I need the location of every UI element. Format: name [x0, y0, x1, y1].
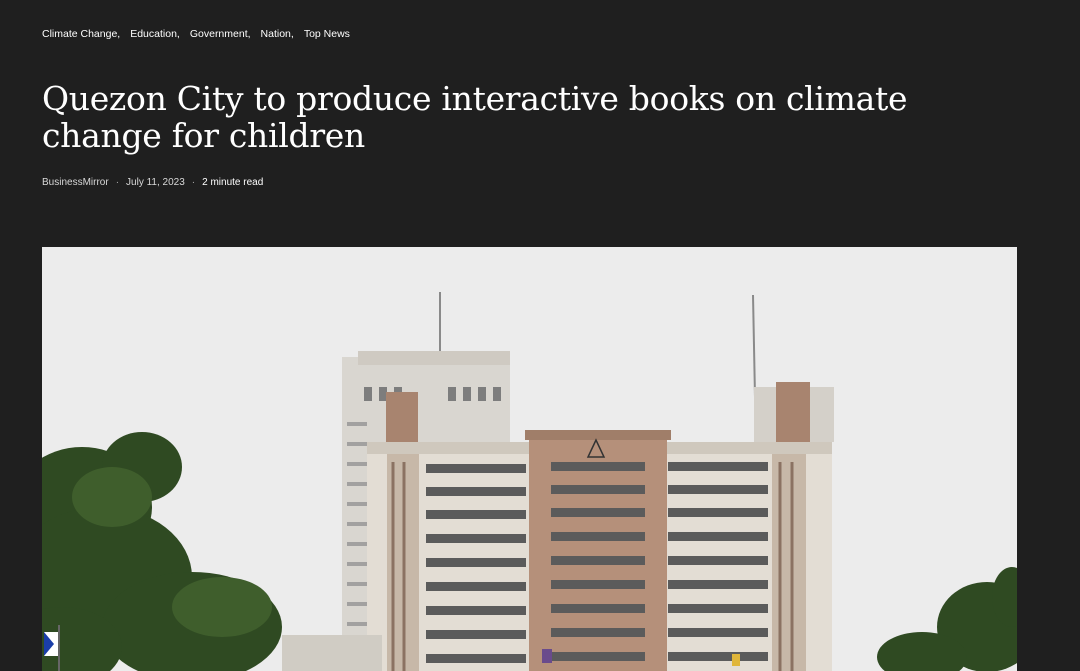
meta-separator: ·: [115, 177, 120, 188]
category-link-climate-change[interactable]: Climate Change,: [42, 28, 120, 40]
article-title: Quezon City to produce interactive books…: [42, 79, 908, 155]
read-time: 2 minute read: [202, 177, 264, 188]
category-link-education[interactable]: Education,: [130, 28, 180, 40]
author-link[interactable]: BusinessMirror: [42, 177, 109, 188]
meta-separator: ·: [191, 177, 196, 188]
hero-image: [42, 247, 1017, 671]
category-link-nation[interactable]: Nation,: [261, 28, 294, 40]
category-list: Climate Change, Education, Government, N…: [42, 28, 360, 40]
publish-date: July 11, 2023: [126, 177, 185, 188]
category-link-top-news[interactable]: Top News: [304, 28, 350, 40]
category-link-government[interactable]: Government,: [190, 28, 251, 40]
city-hall-building-photo: [42, 247, 1017, 671]
article-meta: BusinessMirror · July 11, 2023 · 2 minut…: [42, 177, 263, 188]
